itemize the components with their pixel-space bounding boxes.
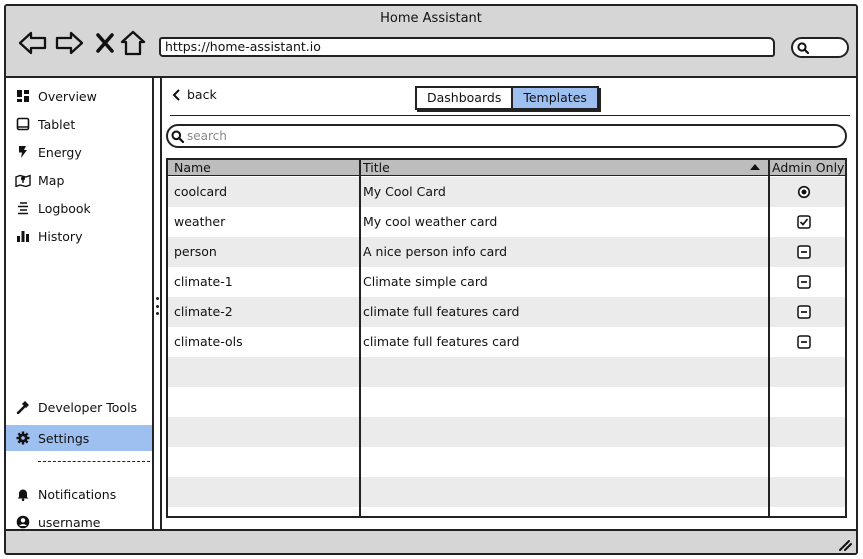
table-row[interactable]: climate-2 climate full features card bbox=[168, 297, 845, 327]
sidebar-item-label: Developer Tools bbox=[38, 399, 138, 415]
cell-title: My cool weather card bbox=[363, 214, 498, 229]
status-bar bbox=[6, 529, 856, 553]
list-icon bbox=[15, 200, 31, 216]
sidebar-item-label: Logbook bbox=[38, 200, 91, 216]
tab-group: Dashboards Templates bbox=[415, 86, 599, 110]
sidebar-item-label: Overview bbox=[38, 88, 97, 104]
stop-x-icon[interactable] bbox=[90, 28, 120, 58]
cell-name: person bbox=[174, 244, 217, 259]
sidebar-item-overview[interactable]: Overview bbox=[6, 83, 152, 109]
table-row[interactable]: person A nice person info card bbox=[168, 237, 845, 267]
sidebar-item-developer-tools[interactable]: Developer Tools bbox=[6, 394, 152, 420]
tab-templates[interactable]: Templates bbox=[511, 88, 597, 108]
empty-row bbox=[168, 447, 845, 477]
gear-icon bbox=[15, 430, 31, 446]
sidebar-item-label: Map bbox=[38, 172, 65, 188]
home-icon[interactable] bbox=[118, 28, 148, 58]
cell-name: climate-ols bbox=[174, 334, 243, 349]
table-header: Name Title Admin Only bbox=[168, 160, 845, 176]
bar-chart-icon bbox=[15, 228, 31, 244]
checkbox-indeterminate-icon[interactable] bbox=[797, 275, 811, 289]
browser-search-field[interactable] bbox=[791, 37, 849, 58]
radio-selected-icon[interactable] bbox=[797, 185, 811, 199]
sidebar: Overview Tablet Energy Map Logbook Histo… bbox=[6, 78, 152, 531]
sidebar-item-label: Notifications bbox=[38, 486, 117, 502]
forward-arrow-icon[interactable] bbox=[54, 28, 84, 58]
back-label: back bbox=[187, 87, 217, 102]
sidebar-item-energy[interactable]: Energy bbox=[6, 139, 152, 165]
checkbox-indeterminate-icon[interactable] bbox=[797, 335, 811, 349]
search-input[interactable] bbox=[187, 129, 787, 143]
empty-row bbox=[168, 417, 845, 447]
column-header-admin-only[interactable]: Admin Only bbox=[772, 160, 844, 176]
search-icon bbox=[797, 42, 809, 54]
url-bar[interactable]: https://home-assistant.io bbox=[159, 37, 775, 57]
sidebar-item-label: Energy bbox=[38, 144, 82, 160]
cell-title: My Cool Card bbox=[363, 184, 446, 199]
main-content: back Dashboards Templates Name Title Adm… bbox=[162, 78, 856, 531]
dashboard-icon bbox=[15, 88, 31, 104]
browser-toolbar: Home Assistant https://home-assistant.io bbox=[6, 6, 856, 78]
table-row[interactable]: coolcard My Cool Card bbox=[168, 177, 845, 207]
sidebar-item-tablet[interactable]: Tablet bbox=[6, 111, 152, 137]
search-icon bbox=[171, 130, 184, 143]
sidebar-item-label: History bbox=[38, 228, 83, 244]
table-row[interactable]: climate-1 Climate simple card bbox=[168, 267, 845, 297]
back-link[interactable]: back bbox=[172, 87, 217, 102]
map-icon bbox=[15, 172, 31, 188]
chevron-left-icon bbox=[172, 88, 180, 101]
lightning-icon bbox=[15, 144, 31, 160]
browser-window: Home Assistant https://home-assistant.io… bbox=[4, 4, 858, 555]
sidebar-item-map[interactable]: Map bbox=[6, 167, 152, 193]
cell-title: climate full features card bbox=[363, 334, 520, 349]
empty-row bbox=[168, 477, 845, 507]
checkbox-checked-icon[interactable] bbox=[797, 215, 811, 229]
search-box[interactable] bbox=[166, 124, 847, 148]
sidebar-item-settings[interactable]: Settings bbox=[6, 425, 152, 451]
sort-ascending-icon[interactable] bbox=[750, 164, 760, 170]
empty-row bbox=[168, 357, 845, 387]
sidebar-item-label: Tablet bbox=[38, 116, 76, 132]
column-header-title[interactable]: Title bbox=[363, 160, 390, 176]
cell-name: climate-2 bbox=[174, 304, 233, 319]
sidebar-item-label: Settings bbox=[38, 430, 90, 446]
checkbox-indeterminate-icon[interactable] bbox=[797, 245, 811, 259]
tablet-icon bbox=[15, 116, 31, 132]
sidebar-item-logbook[interactable]: Logbook bbox=[6, 195, 152, 221]
hammer-icon bbox=[15, 399, 31, 415]
cell-name: weather bbox=[174, 214, 226, 229]
cell-title: A nice person info card bbox=[363, 244, 508, 259]
table-row[interactable]: weather My cool weather card bbox=[168, 207, 845, 237]
window-title: Home Assistant bbox=[380, 11, 482, 26]
sidebar-item-notifications[interactable]: Notifications bbox=[6, 481, 152, 507]
column-header-name[interactable]: Name bbox=[174, 160, 211, 176]
templates-table: Name Title Admin Only coolcard My Cool C… bbox=[166, 158, 847, 518]
cell-title: climate full features card bbox=[363, 304, 520, 319]
checkbox-indeterminate-icon[interactable] bbox=[797, 305, 811, 319]
resize-grip-icon[interactable] bbox=[836, 535, 852, 551]
header-divider bbox=[170, 115, 850, 116]
tab-dashboards[interactable]: Dashboards bbox=[417, 88, 512, 108]
cell-name: climate-1 bbox=[174, 274, 233, 289]
column-divider bbox=[359, 160, 361, 516]
back-arrow-icon[interactable] bbox=[18, 28, 48, 58]
user-icon bbox=[15, 514, 31, 530]
table-row[interactable]: climate-ols climate full features card bbox=[168, 327, 845, 357]
sidebar-item-history[interactable]: History bbox=[6, 223, 152, 249]
bell-icon bbox=[15, 486, 31, 502]
sidebar-divider bbox=[38, 461, 150, 462]
empty-row bbox=[168, 387, 845, 417]
sidebar-item-label: username bbox=[38, 514, 101, 530]
cell-title: Climate simple card bbox=[363, 274, 488, 289]
column-divider bbox=[768, 160, 770, 516]
cell-name: coolcard bbox=[174, 184, 228, 199]
